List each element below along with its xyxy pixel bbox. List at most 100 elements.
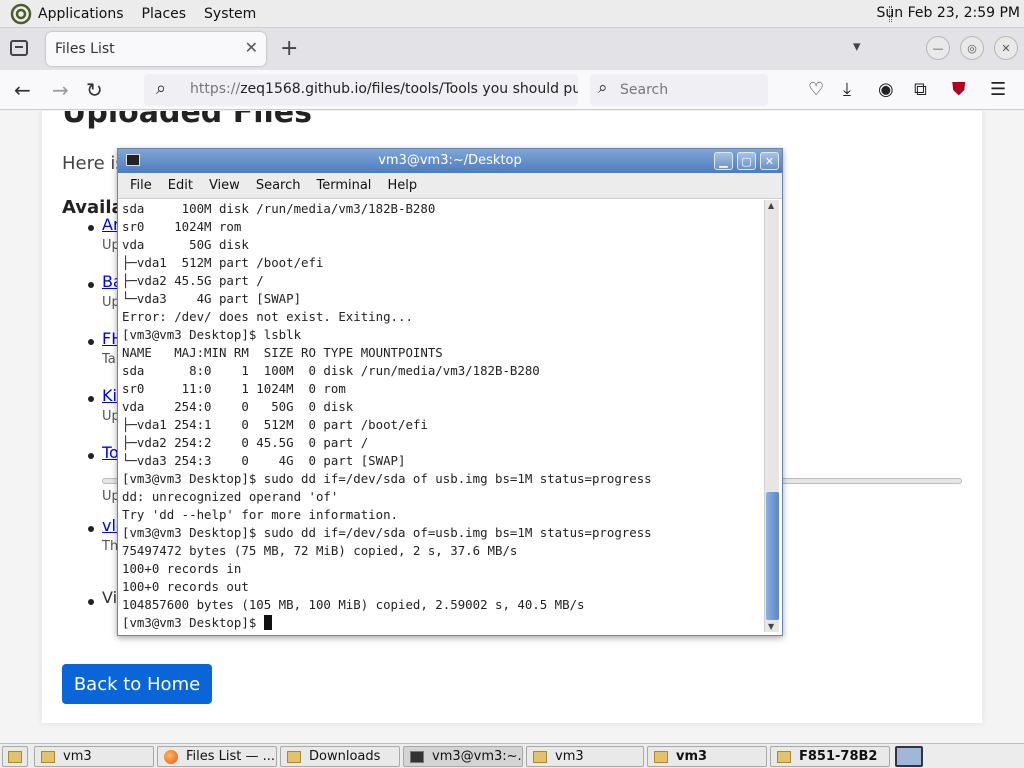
search-placeholder: Search <box>620 82 669 98</box>
terminal-line: 100+0 records in <box>122 561 242 576</box>
terminal-menu-help[interactable]: Help <box>387 178 417 193</box>
terminal-menu-view[interactable]: View <box>209 178 240 193</box>
list-bullet <box>88 396 94 402</box>
search-input[interactable]: ⌕ Search <box>590 74 768 106</box>
terminal-scrollbar[interactable]: ▲ ▼ <box>764 200 779 632</box>
scroll-down-icon[interactable]: ▼ <box>768 622 774 631</box>
taskbar-item-downloads[interactable]: Downloads <box>280 746 400 767</box>
taskbar-item-vm3-folder[interactable]: vm3 <box>526 746 644 767</box>
terminal-line: sda 8:0 1 100M 0 disk /run/media/vm3/182… <box>122 363 540 378</box>
minimize-window-button[interactable]: — <box>926 36 950 60</box>
terminal-menu-terminal[interactable]: Terminal <box>316 178 371 193</box>
tab-title: Files List <box>55 41 115 57</box>
terminal-menu-search[interactable]: Search <box>256 178 301 193</box>
clock[interactable]: Sun Feb 23, 2:59 PM <box>877 5 1020 21</box>
terminal-window[interactable]: vm3@vm3:~/Desktop ▁ ▢ ✕ File Edit View S… <box>117 148 783 636</box>
reload-icon[interactable]: ↻ <box>86 78 103 102</box>
terminal-title: vm3@vm3:~/Desktop <box>378 153 522 168</box>
terminal-prompt-line[interactable]: [vm3@vm3 Desktop]$ <box>122 614 762 632</box>
url-bar[interactable]: ⌕ https://zeq1568.github.io/files/tools/… <box>144 74 578 106</box>
terminal-line: ├─vda2 45.5G part / <box>122 273 264 288</box>
taskbar-item-firefox[interactable]: Files List — ... <box>157 746 277 767</box>
taskbar-item-usb-folder[interactable]: F851-78B2 <box>770 746 890 767</box>
firefox-icon <box>164 749 178 764</box>
search-icon: ⌕ <box>598 78 608 98</box>
file-link[interactable]: Ki <box>102 386 117 405</box>
terminal-line: [vm3@vm3 Desktop]$ lsblk <box>122 327 302 342</box>
applications-menu[interactable]: Applications <box>38 6 124 22</box>
places-menu[interactable]: Places <box>142 6 187 22</box>
list-bullet <box>88 453 94 459</box>
downloads-icon[interactable]: ⤓ <box>843 79 851 100</box>
back-to-home-button[interactable]: Back to Home <box>62 664 212 704</box>
terminal-line: [vm3@vm3 Desktop]$ sudo dd if=/dev/sda o… <box>122 525 652 540</box>
nav-bar: ← → ↻ ⌕ https://zeq1568.github.io/files/… <box>0 70 1024 110</box>
terminal-line: ├─vda1 254:1 0 512M 0 part /boot/efi <box>122 417 428 432</box>
pocket-icon[interactable]: ♡ <box>808 79 824 100</box>
terminal-line: dd: unrecognized operand 'of' <box>122 489 339 504</box>
account-icon[interactable]: ◉ <box>878 79 894 100</box>
terminal-line: ├─vda1 512M part /boot/efi <box>122 255 324 270</box>
scroll-up-icon[interactable]: ▲ <box>768 201 774 210</box>
taskbar-label: vm3 <box>63 749 92 764</box>
terminal-line: Error: /dev/ does not exist. Exiting... <box>122 309 413 324</box>
extensions-icon[interactable]: ⧉ <box>914 79 927 100</box>
top-panel: Applications Places System Sun Feb 23, 2… <box>0 0 1024 28</box>
search-icon: ⌕ <box>156 78 167 99</box>
folder-icon <box>777 750 791 763</box>
back-arrow-icon[interactable]: ← <box>14 78 31 102</box>
folder-icon <box>533 750 547 763</box>
workspace-switcher[interactable] <box>895 746 923 767</box>
hamburger-menu-icon[interactable]: ☰ <box>990 79 1006 100</box>
maximize-window-button[interactable]: ◎ <box>960 36 984 60</box>
folder-icon <box>287 750 301 763</box>
terminal-menubar: File Edit View Search Terminal Help <box>118 173 782 199</box>
terminal-line: └─vda3 4G part [SWAP] <box>122 291 302 306</box>
system-menu[interactable]: System <box>204 6 256 22</box>
terminal-line: └─vda3 254:3 0 4G 0 part [SWAP] <box>122 453 406 468</box>
list-all-tabs-icon[interactable] <box>10 40 28 56</box>
terminal-line: sr0 1024M rom <box>122 219 242 234</box>
terminal-maximize-button[interactable]: ▢ <box>737 152 756 170</box>
terminal-line: NAME MAJ:MIN RM SIZE RO TYPE MOUNTPOINTS <box>122 345 443 360</box>
close-tab-icon[interactable]: ✕ <box>245 38 258 57</box>
terminal-menu-file[interactable]: File <box>130 178 152 193</box>
terminal-menu-edit[interactable]: Edit <box>168 178 193 193</box>
list-bullet <box>88 599 94 605</box>
terminal-prompt: [vm3@vm3 Desktop]$ <box>122 615 264 630</box>
desktop-icon <box>8 750 22 763</box>
file-item-text: Vi <box>102 588 118 607</box>
taskbar-item-terminal[interactable]: vm3@vm3:~... <box>403 746 523 767</box>
url-path: zeq1568.github.io/files/tools/Tools you … <box>240 81 578 97</box>
terminal-line: 104857600 bytes (105 MB, 100 MiB) copied… <box>122 597 585 612</box>
terminal-titlebar[interactable]: vm3@vm3:~/Desktop ▁ ▢ ✕ <box>118 149 782 173</box>
url-protocol: https:// <box>190 81 241 97</box>
taskbar-label: vm3@vm3:~... <box>432 749 523 764</box>
close-window-button[interactable]: ✕ <box>994 36 1018 60</box>
terminal-line: sda 100M disk /run/media/vm3/182B-B280 <box>122 201 436 216</box>
taskbar-item-vm3-folder-active[interactable]: vm3 <box>647 746 767 767</box>
taskbar-label: Files List — ... <box>186 749 276 764</box>
intro-text: Here is <box>62 153 125 174</box>
taskbar-item-vm3-folder[interactable]: vm3 <box>34 746 154 767</box>
ublock-icon[interactable]: ⛊ <box>952 79 966 100</box>
folder-icon <box>41 750 55 763</box>
list-bullet <box>88 339 94 345</box>
forward-arrow-icon[interactable]: → <box>52 78 69 102</box>
new-tab-icon[interactable]: + <box>280 36 298 61</box>
show-desktop-button[interactable] <box>2 746 28 767</box>
terminal-lines: sda 100M disk /run/media/vm3/182B-B280 sr… <box>122 200 762 632</box>
terminal-line: 100+0 records out <box>122 579 249 594</box>
terminal-minimize-button[interactable]: ▁ <box>714 152 733 170</box>
terminal-close-button[interactable]: ✕ <box>760 152 779 170</box>
terminal-output[interactable]: sda 100M disk /run/media/vm3/182B-B280 sr… <box>122 200 762 634</box>
tab-files-list[interactable]: Files List ✕ <box>46 32 266 66</box>
distro-logo-icon[interactable] <box>10 3 32 25</box>
terminal-line: vda 50G disk <box>122 237 249 252</box>
taskbar-label: vm3 <box>676 749 708 764</box>
list-bullet <box>88 282 94 288</box>
scrollbar-thumb[interactable] <box>766 492 779 620</box>
chevron-down-icon[interactable]: ▾ <box>853 37 861 55</box>
file-description: Ta <box>102 352 116 367</box>
list-bullet <box>88 526 94 532</box>
